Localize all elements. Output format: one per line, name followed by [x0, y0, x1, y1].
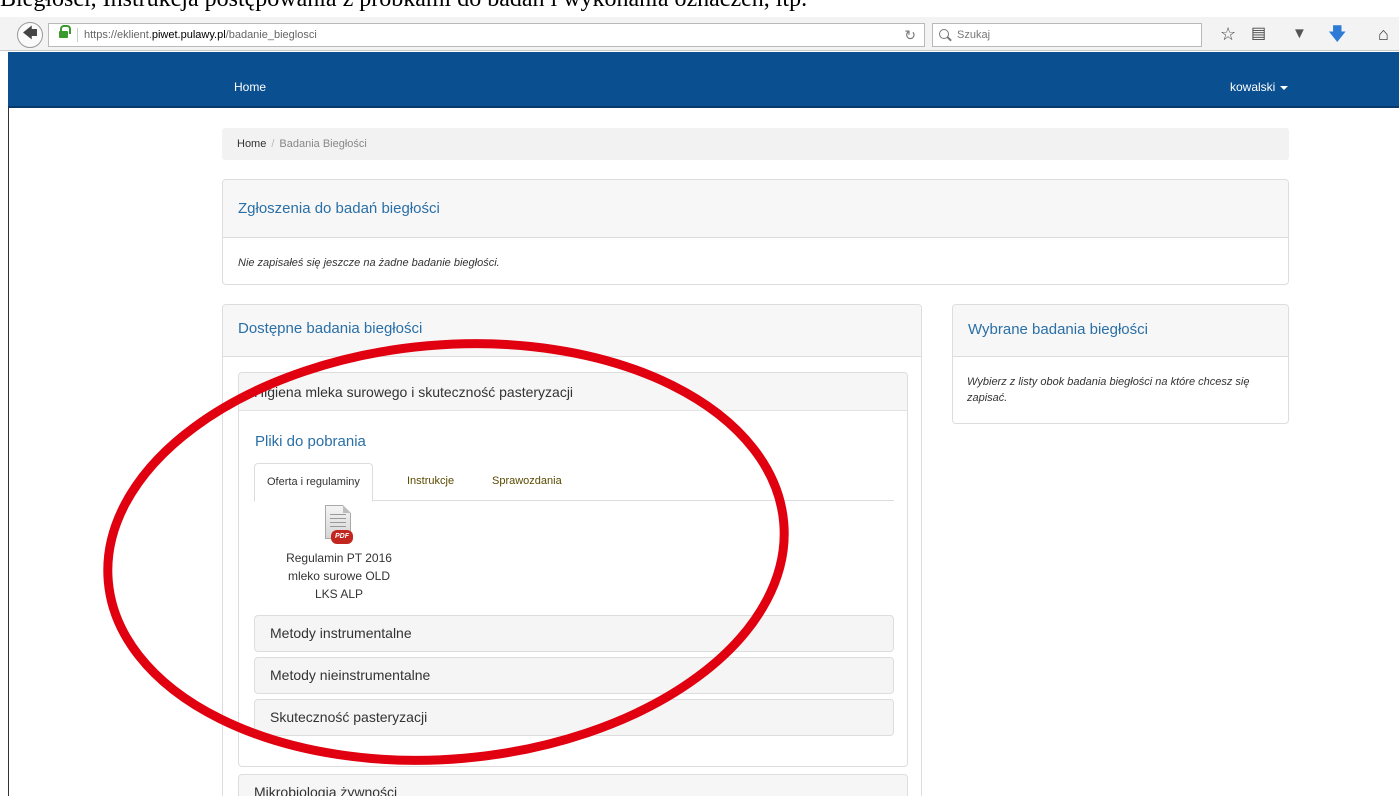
subitem-instrumental[interactable]: Metody instrumentalne [254, 615, 894, 652]
accordion-group-milk: Higiena mleka surowego i skuteczność pas… [238, 372, 908, 767]
url-separator [77, 28, 78, 42]
selected-title: Wybrane badania biegłości [953, 305, 1288, 357]
tab-offer[interactable]: Oferta i regulaminy [254, 463, 373, 502]
nav-home-link[interactable]: Home [234, 80, 266, 94]
lock-icon [59, 25, 71, 40]
search-input[interactable]: Szukaj [932, 23, 1202, 47]
breadcrumb-separator: / [271, 138, 275, 150]
pdf-file-icon: PDF [323, 505, 355, 547]
url-domain: piwet.pulawy.pl [151, 29, 226, 41]
arrow-left-icon: 🡄 [22, 24, 38, 42]
back-button[interactable]: 🡄 [17, 22, 43, 48]
pdf-badge: PDF [331, 530, 353, 544]
document-caption: Biegłości, Instrukcja postępowania z pró… [0, 0, 807, 13]
selected-panel: Wybrane badania biegłości Wybierz z list… [952, 304, 1289, 424]
breadcrumb-current: Badania Biegłości [279, 138, 367, 150]
subitem-non-instrumental[interactable]: Metody nieinstrumentalne [254, 657, 894, 694]
home-icon[interactable]: ⌂ [1378, 24, 1389, 44]
address-bar[interactable]: https://eklient.piwet.pulawy.pl/badanie_… [48, 23, 925, 47]
reload-icon[interactable]: ↻ [904, 24, 916, 46]
subitem-pasteurization[interactable]: Skuteczność pasteryzacji [254, 699, 894, 736]
registrations-title: Zgłoszenia do badań biegłości [223, 180, 1288, 238]
tab-instructions[interactable]: Instrukcje [395, 463, 466, 501]
breadcrumb: Home / Badania Biegłości [222, 128, 1289, 160]
registrations-panel: Zgłoszenia do badań biegłości Nie zapisa… [222, 179, 1289, 285]
window-edge [8, 108, 9, 796]
browser-toolbar: 🡄 https://eklient.piwet.pulawy.pl/badani… [0, 17, 1399, 51]
selected-message: Wybierz z listy obok badania biegłości n… [967, 376, 1250, 404]
user-menu[interactable]: kowalski [1230, 80, 1289, 94]
breadcrumb-home[interactable]: Home [237, 138, 266, 150]
available-title: Dostępne badania biegłości [223, 305, 921, 357]
tab-reports[interactable]: Sprawozdania [480, 463, 574, 501]
url-text: https://eklient.piwet.pulawy.pl/badanie_… [84, 29, 317, 41]
accordion-header-microbiology[interactable]: Mikrobiologia żywności [238, 774, 908, 796]
reading-list-icon[interactable]: ▤ [1251, 24, 1266, 44]
user-name: kowalski [1230, 80, 1276, 94]
download-icon[interactable]: 🡇 [1328, 24, 1347, 44]
files-title: Pliki do pobrania [255, 433, 366, 450]
accordion-header-milk[interactable]: Higiena mleka surowego i skuteczność pas… [239, 373, 907, 411]
pocket-icon[interactable]: ▼ [1292, 24, 1307, 44]
file-label: Regulamin PT 2016 mleko surowe OLD LKS A… [286, 551, 392, 601]
search-placeholder: Szukaj [957, 29, 991, 41]
files-tabs: Oferta i regulaminy Instrukcje Sprawozda… [254, 463, 894, 502]
search-icon [939, 29, 949, 39]
file-link[interactable]: PDF Regulamin PT 2016 mleko surowe OLD L… [269, 501, 409, 603]
star-icon[interactable]: ☆ [1220, 24, 1236, 44]
caret-down-icon [1280, 85, 1289, 90]
site-navbar: Home kowalski [8, 52, 1399, 108]
registrations-message: Nie zapisałeś się jeszcze na żadne badan… [238, 257, 500, 269]
